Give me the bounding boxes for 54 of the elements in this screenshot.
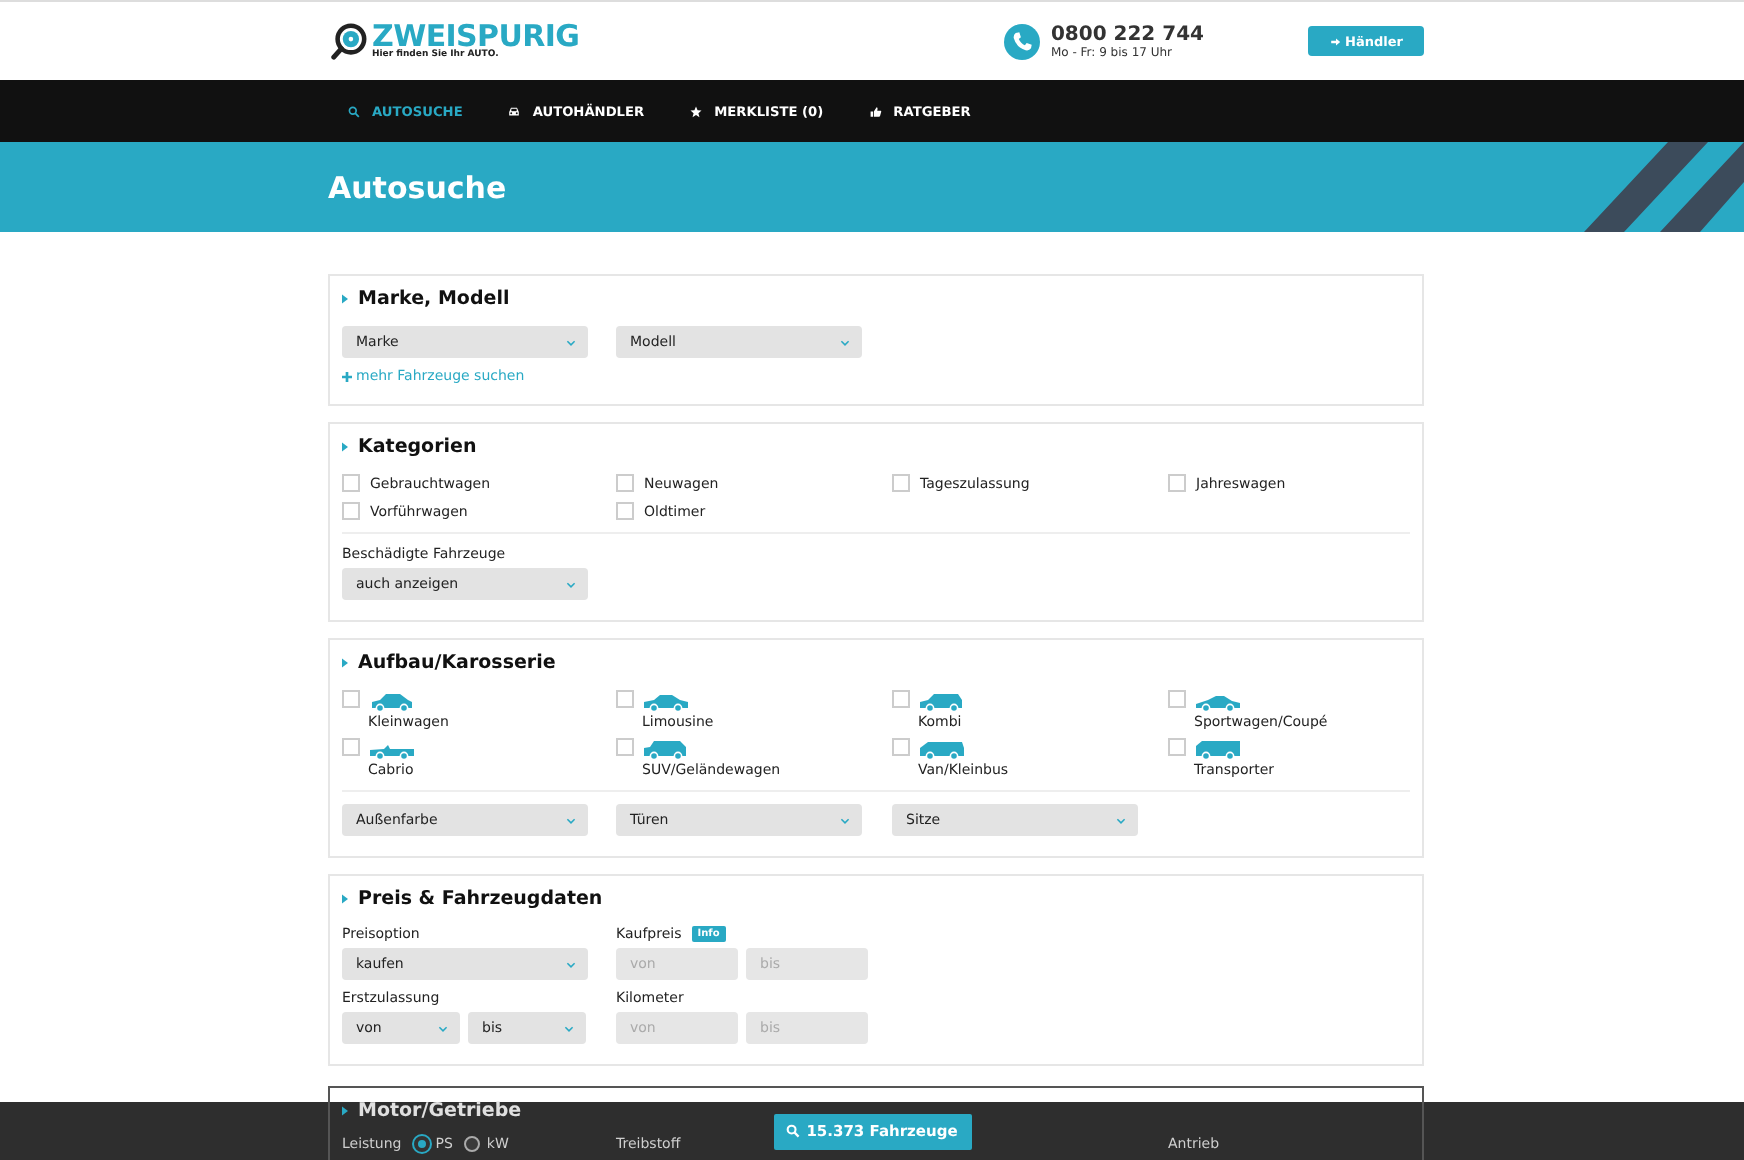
section-title: Motor/Getriebe — [358, 1100, 522, 1122]
radio-button[interactable] — [413, 1136, 430, 1152]
section-title: Marke, Modell — [358, 288, 510, 310]
checkbox[interactable] — [342, 690, 360, 708]
caret-icon — [342, 1106, 348, 1116]
checkbox[interactable] — [1168, 690, 1186, 708]
checkbox[interactable] — [1168, 738, 1186, 756]
checkbox[interactable] — [342, 474, 360, 492]
checkbox[interactable] — [892, 690, 910, 708]
page-title: Autosuche — [328, 169, 507, 205]
chevron-icon — [438, 1025, 448, 1031]
section-title: Aufbau/Karosserie — [358, 652, 556, 674]
van-icon — [1194, 740, 1242, 760]
caret-icon — [342, 442, 348, 452]
phone-number: 0800 222 744 — [1050, 23, 1204, 45]
sign-in-icon — [1329, 35, 1342, 47]
checkbox[interactable] — [342, 738, 360, 756]
chevron-icon — [840, 817, 850, 823]
caret-icon — [342, 658, 348, 668]
car-icon — [642, 740, 690, 760]
section-title: Preis & Fahrzeugdaten — [358, 888, 603, 910]
van-icon — [918, 740, 966, 760]
section-title: Kategorien — [358, 436, 477, 458]
car-icon — [368, 692, 416, 712]
logo-text: ZWEISPURIG — [372, 22, 580, 52]
thumbs-up-icon — [869, 105, 882, 117]
chevron-icon — [840, 339, 850, 345]
car-icon — [508, 105, 521, 117]
car-icon — [642, 692, 690, 712]
caret-icon — [342, 294, 348, 304]
car-icon — [918, 692, 966, 712]
caret-icon — [342, 894, 348, 904]
convertible-car-icon — [368, 740, 416, 760]
checkbox[interactable] — [616, 474, 634, 492]
car-icon — [1194, 692, 1242, 712]
checkbox[interactable] — [892, 738, 910, 756]
search-icon — [786, 1124, 801, 1138]
checkbox[interactable] — [342, 502, 360, 520]
chevron-icon — [566, 581, 576, 587]
chevron-icon — [566, 817, 576, 823]
plus-icon — [342, 371, 352, 381]
chevron-icon — [566, 339, 576, 345]
checkbox[interactable] — [616, 502, 634, 520]
checkbox[interactable] — [892, 474, 910, 492]
chevron-icon — [566, 961, 576, 967]
magnifier-wheel-icon — [330, 22, 368, 60]
checkbox[interactable] — [616, 690, 634, 708]
star-icon — [690, 105, 703, 117]
checkbox[interactable] — [616, 738, 634, 756]
phone-icon — [1004, 23, 1041, 59]
search-icon — [348, 105, 360, 117]
chevron-icon — [564, 1025, 574, 1031]
checkbox[interactable] — [1168, 474, 1186, 492]
chevron-icon — [1116, 817, 1126, 823]
